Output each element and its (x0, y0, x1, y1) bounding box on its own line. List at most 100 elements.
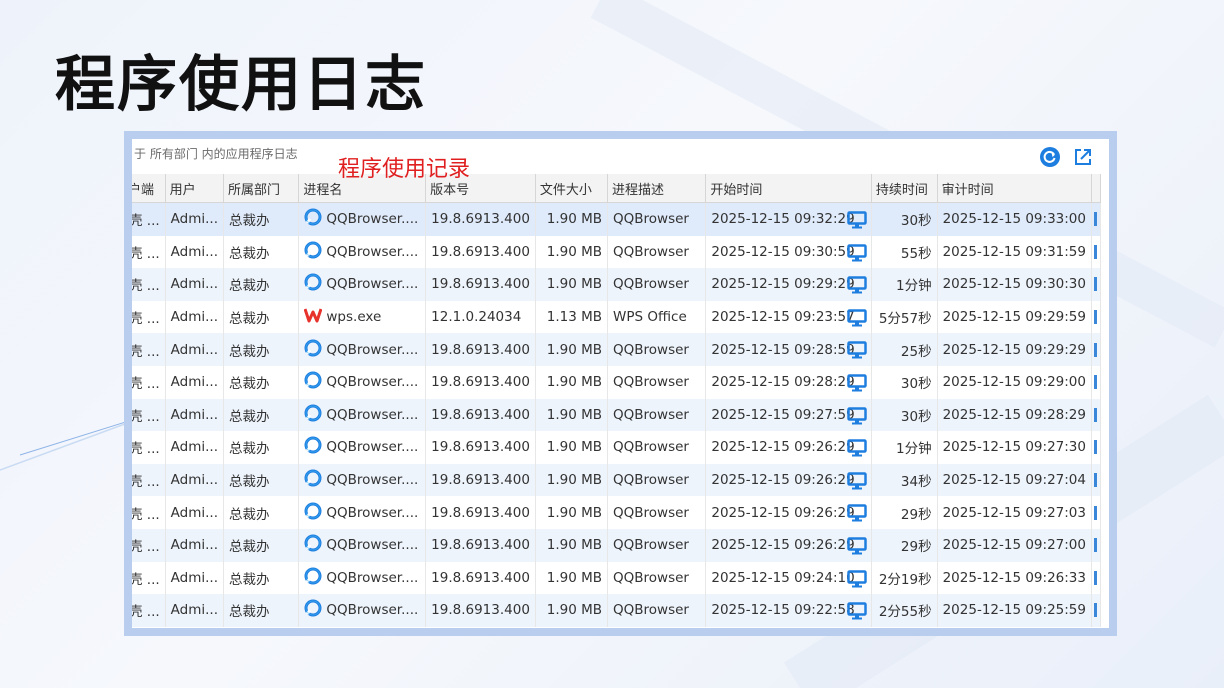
refresh-button[interactable] (1039, 146, 1061, 168)
user-cell: Admi... (165, 365, 225, 399)
monitor-icon[interactable] (847, 439, 867, 461)
monitor-icon[interactable] (847, 243, 867, 266)
process-cell: QQBrowser.... (298, 561, 427, 595)
qqbrowser-icon (304, 339, 322, 361)
start-time: 2025-12-15 09:23:57 (711, 309, 855, 326)
col-header-user[interactable]: 用户 (165, 174, 225, 203)
monitor-icon[interactable] (847, 569, 867, 592)
table-row[interactable]: 壳 ... Admi... 总裁办 QQBrowser.... 19.8.6913.40… (132, 594, 1102, 627)
row-edge (1091, 528, 1102, 562)
table-row[interactable]: 壳 ... Admi... 总裁办 QQBrowser.... 19.8.6913.40… (132, 528, 1102, 562)
monitor-icon[interactable] (847, 504, 867, 526)
col-header-dept[interactable]: 所属部门 (223, 174, 300, 203)
row-edge (1091, 202, 1102, 236)
process-cell: QQBrowser.... (298, 268, 427, 301)
qqbrowser-icon (304, 273, 322, 295)
table-row[interactable]: 壳 ... Admi... 总裁办 QQBrowser.... 19.8.6913.40… (132, 365, 1102, 399)
client-cell: 壳 ... (132, 431, 166, 464)
size-cell: 1.13 MB (535, 300, 609, 334)
col-header-start[interactable]: 开始时间 (705, 174, 872, 203)
audit-cell: 2025-12-15 09:29:00 (937, 365, 1092, 399)
version-cell: 19.8.6913.400 (425, 333, 536, 366)
table-row[interactable]: 壳 ... Admi... 总裁办 QQBrowser.... 19.8.6913.40… (132, 496, 1102, 529)
audit-cell: 2025-12-15 09:31:59 (937, 235, 1092, 269)
duration-cell: 2分19秒 (871, 561, 938, 595)
duration-cell: 25秒 (871, 333, 938, 366)
audit-cell: 2025-12-15 09:25:59 (937, 594, 1092, 627)
row-edge (1091, 561, 1102, 595)
row-edge (1091, 300, 1102, 334)
dept-cell: 总裁办 (223, 398, 300, 432)
user-cell: Admi... (165, 333, 225, 366)
app-log-window: 于 所有部门 内的应用程序日志 程序使用记录 端 用户 所属部门 进程名 版本号… (132, 139, 1109, 628)
audit-cell: 2025-12-15 09:27:00 (937, 528, 1092, 562)
size-cell: 1.90 MB (535, 561, 609, 595)
size-cell: 1.90 MB (535, 431, 609, 464)
desc-cell: QQBrowser (607, 431, 707, 464)
process-name: wps.exe (326, 309, 382, 326)
monitor-icon[interactable] (847, 341, 867, 363)
size-cell: 1.90 MB (535, 235, 609, 269)
export-button[interactable] (1072, 146, 1094, 168)
start-time: 2025-12-15 09:26:29 (711, 439, 855, 456)
user-cell: Admi... (165, 235, 225, 269)
client-cell: 壳 ... (132, 235, 166, 269)
process-name: QQBrowser.... (326, 569, 419, 586)
desc-cell: QQBrowser (607, 268, 707, 301)
user-cell: Admi... (165, 202, 225, 236)
col-header-duration[interactable]: 持续时间 (871, 174, 938, 203)
start-cell: 2025-12-15 09:28:59 (705, 333, 872, 366)
table-row[interactable]: 壳 ... Admi... 总裁办 QQBrowser.... 19.8.6913.40… (132, 398, 1102, 432)
user-cell: Admi... (165, 594, 225, 627)
version-cell: 19.8.6913.400 (425, 268, 536, 301)
version-cell: 19.8.6913.400 (425, 398, 536, 432)
start-cell: 2025-12-15 09:23:57 (705, 300, 872, 334)
table-row[interactable]: 壳 ... Admi... 总裁办 QQBrowser.... 19.8.6913.40… (132, 268, 1102, 301)
start-cell: 2025-12-15 09:27:59 (705, 398, 872, 432)
monitor-icon[interactable] (847, 374, 867, 396)
table-row[interactable]: 壳 ... Admi... 总裁办 QQBrowser.... 19.8.6913.40… (132, 333, 1102, 366)
process-name: QQBrowser.... (326, 602, 419, 619)
version-cell: 19.8.6913.400 (425, 496, 536, 529)
table-row[interactable]: 壳 ... Admi... 总裁办 QQBrowser.... 19.8.6913.40… (132, 463, 1102, 497)
monitor-icon[interactable] (847, 537, 867, 559)
monitor-icon[interactable] (847, 211, 867, 233)
user-cell: Admi... (165, 561, 225, 595)
start-time: 2025-12-15 09:32:29 (711, 211, 855, 228)
version-cell: 19.8.6913.400 (425, 594, 536, 627)
user-cell: Admi... (165, 496, 225, 529)
process-name: QQBrowser.... (326, 243, 419, 260)
client-cell: 壳 ... (132, 496, 166, 529)
audit-cell: 2025-12-15 09:29:29 (937, 333, 1092, 366)
start-cell: 2025-12-15 09:26:29 (705, 528, 872, 562)
col-header-audit[interactable]: 审计时间 (937, 174, 1092, 203)
version-cell: 19.8.6913.400 (425, 561, 536, 595)
table-row[interactable]: 壳 ... Admi... 总裁办 QQBrowser.... 19.8.6913.40… (132, 202, 1102, 236)
refresh-icon (1040, 147, 1060, 167)
col-header-desc[interactable]: 进程描述 (607, 174, 707, 203)
table-row[interactable]: 壳 ... Admi... 总裁办 QQBrowser.... 19.8.6913.40… (132, 235, 1102, 269)
monitor-icon[interactable] (847, 276, 867, 298)
start-cell: 2025-12-15 09:26:29 (705, 431, 872, 464)
duration-cell: 29秒 (871, 496, 938, 529)
scope-text: 于 所有部门 内的应用程序日志 (134, 147, 298, 161)
desc-cell: QQBrowser (607, 496, 707, 529)
monitor-icon[interactable] (847, 406, 867, 429)
dept-cell: 总裁办 (223, 431, 300, 464)
client-cell: 壳 ... (132, 333, 166, 366)
duration-cell: 1分钟 (871, 431, 938, 464)
table-row[interactable]: 壳 ... Admi... 总裁办 wps.exe 12.1.0.24034 1.13 M… (132, 300, 1102, 334)
table-row[interactable]: 壳 ... Admi... 总裁办 QQBrowser.... 19.8.6913.40… (132, 431, 1102, 464)
col-header-size[interactable]: 文件大小 (535, 174, 609, 203)
duration-cell: 29秒 (871, 528, 938, 562)
col-header-client[interactable]: 户端 (132, 174, 166, 203)
size-cell: 1.90 MB (535, 202, 609, 236)
start-cell: 2025-12-15 09:29:29 (705, 268, 872, 301)
wps-icon (303, 307, 323, 327)
monitor-icon[interactable] (847, 602, 867, 624)
size-cell: 1.90 MB (535, 333, 609, 366)
monitor-icon[interactable] (847, 472, 867, 494)
table-row[interactable]: 壳 ... Admi... 总裁办 QQBrowser.... 19.8.6913.40… (132, 561, 1102, 595)
desc-cell: QQBrowser (607, 235, 707, 269)
monitor-icon[interactable] (847, 309, 867, 331)
